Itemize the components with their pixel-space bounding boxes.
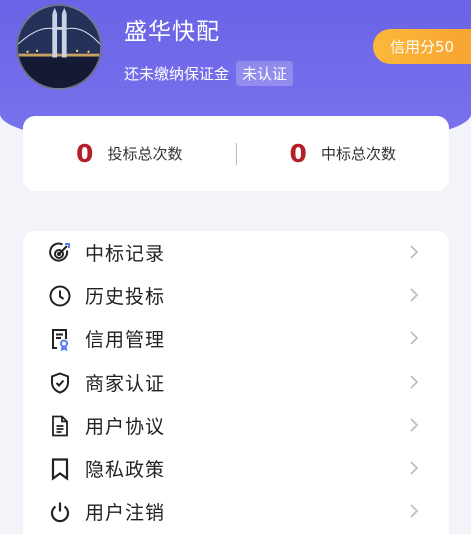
menu-item-user-agreement[interactable]: 用户协议: [23, 404, 449, 447]
menu-item-label: 商家认证: [85, 373, 166, 395]
clock-icon: [47, 283, 73, 309]
menu-item-bid-history[interactable]: 历史投标: [23, 274, 449, 317]
chevron-right-icon: [410, 288, 419, 302]
bid-count-label: 投标总次数: [107, 145, 183, 163]
chevron-right-icon: [410, 375, 419, 389]
avatar-image: [18, 6, 100, 88]
menu-item-privacy-policy[interactable]: 隐私政策: [23, 447, 449, 490]
win-count-value: 0: [289, 139, 307, 168]
menu-item-label: 历史投标: [85, 286, 166, 308]
chevron-right-icon: [410, 331, 419, 345]
menu-item-label: 用户协议: [85, 416, 166, 438]
deposit-status-text: 还未缴纳保证金: [124, 65, 230, 83]
menu-item-credit-management[interactable]: 信用管理: [23, 317, 449, 360]
menu-item-label: 中标记录: [85, 243, 166, 265]
chevron-right-icon: [410, 245, 419, 259]
verify-badge[interactable]: 未认证: [236, 61, 294, 86]
menu-list: 中标记录 历史投标 信用管理 商家认证 用户协议 隐私政策 用户注销: [23, 231, 449, 534]
shield-check-icon: [47, 370, 73, 396]
avatar[interactable]: [16, 4, 102, 90]
chevron-right-icon: [410, 504, 419, 518]
chevron-right-icon: [410, 418, 419, 432]
bookmark-icon: [47, 456, 73, 482]
win-count-stat[interactable]: 0 中标总次数: [237, 139, 450, 168]
power-icon: [47, 499, 73, 525]
menu-item-label: 用户注销: [85, 502, 166, 524]
username: 盛华快配: [124, 19, 220, 45]
bid-count-value: 0: [76, 139, 94, 168]
certificate-icon: [47, 326, 73, 352]
menu-item-win-records[interactable]: 中标记录: [23, 231, 449, 274]
menu-item-merchant-verification[interactable]: 商家认证: [23, 361, 449, 404]
menu-item-account-deletion[interactable]: 用户注销: [23, 490, 449, 533]
chevron-right-icon: [410, 461, 419, 475]
target-icon: [47, 240, 73, 266]
deposit-status: 还未缴纳保证金 未认证: [124, 61, 294, 86]
win-count-label: 中标总次数: [320, 145, 396, 163]
credit-score-badge[interactable]: 信用分50: [373, 29, 471, 64]
document-icon: [47, 413, 73, 439]
stats-card: 0 投标总次数 0 中标总次数: [23, 116, 449, 191]
menu-item-label: 信用管理: [85, 329, 166, 351]
bid-count-stat[interactable]: 0 投标总次数: [23, 139, 236, 168]
menu-item-label: 隐私政策: [85, 459, 166, 481]
